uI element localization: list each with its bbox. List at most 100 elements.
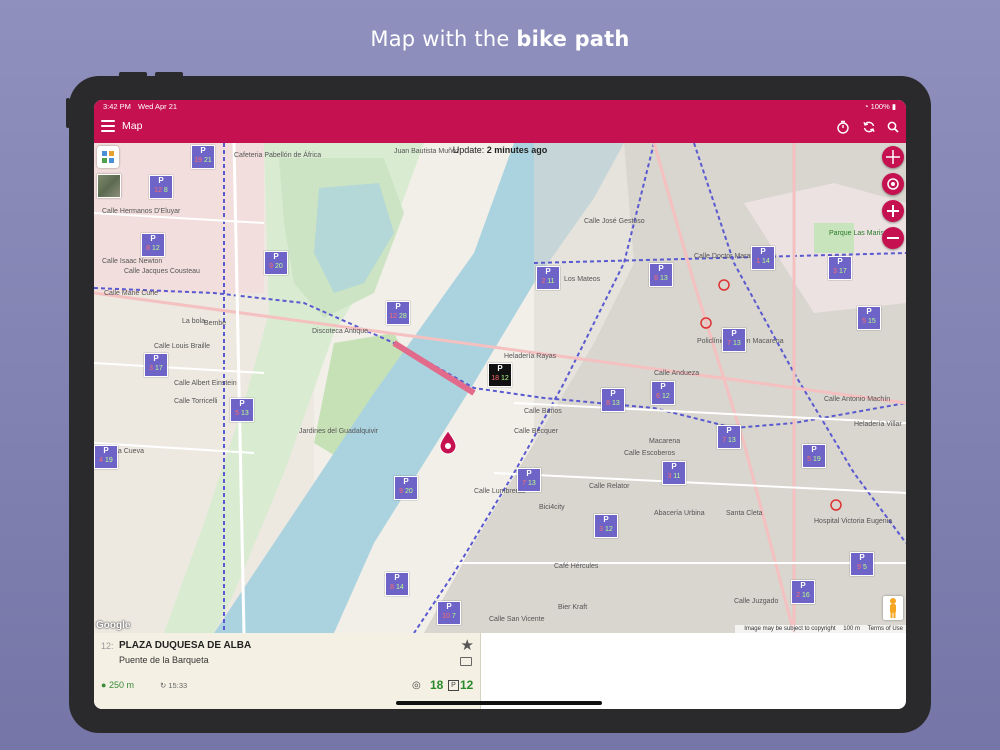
station-bikes-count: 12 — [154, 187, 162, 194]
station-marker-counts: 7 13 — [723, 339, 745, 349]
map-attribution: Image may be subject to copyright 100 m … — [735, 625, 906, 633]
station-parking-count: 21 — [202, 157, 212, 164]
street-label: Calle Juzgado — [734, 598, 778, 605]
station-parking-count: 15 — [866, 318, 876, 325]
bike-station-marker[interactable]: P3 17 — [828, 256, 852, 280]
bike-station-marker[interactable]: P9 20 — [264, 251, 288, 275]
bike-station-marker[interactable]: P 12 8 — [149, 175, 173, 199]
crosshair-icon — [886, 150, 900, 164]
station-marker-counts: 2 16 — [792, 591, 814, 601]
menu-icon[interactable] — [101, 120, 115, 132]
station-parking-count: 12 — [150, 245, 160, 252]
station-marker-label: P — [760, 247, 766, 256]
copyright-note: Image may be subject to copyright — [744, 626, 836, 632]
refresh-icon[interactable] — [862, 120, 876, 134]
bike-station-marker[interactable]: P7 13 — [517, 468, 541, 492]
station-parking-count: 12 — [499, 375, 509, 382]
wifi-icon: ◔ — [863, 102, 869, 111]
bike-station-marker[interactable]: P1 14 — [751, 246, 775, 270]
station-marker-counts: 4 19 — [95, 456, 117, 466]
station-marker-label: P — [403, 477, 409, 486]
bike-station-marker[interactable]: P7 13 — [717, 425, 741, 449]
street-label: Calle San Vicente — [489, 616, 545, 623]
street-label: Bici4city — [539, 504, 565, 511]
station-marker-label: P — [866, 307, 872, 316]
bike-station-marker[interactable]: P9 5 — [850, 552, 874, 576]
bike-station-marker[interactable]: P3 17 — [144, 353, 168, 377]
station-marker-counts: 18 12 — [489, 374, 511, 384]
bike-station-marker[interactable]: P3 11 — [662, 461, 686, 485]
station-parking-count: 19 — [103, 457, 113, 464]
home-indicator — [396, 701, 602, 705]
map-view[interactable]: Calle Hermanos D'Eluyar Calle Isaac Newt… — [94, 143, 906, 633]
station-marker-label: P — [731, 329, 737, 338]
timer-icon[interactable] — [836, 120, 850, 134]
bike-station-marker[interactable]: P 19 21 — [191, 145, 215, 169]
bike-station-marker[interactable]: P2 11 — [536, 266, 560, 290]
bike-station-marker[interactable]: P6 12 — [651, 381, 675, 405]
station-marker-label: P — [660, 382, 666, 391]
station-marker-label: P — [526, 469, 532, 478]
station-marker-counts: 7 13 — [518, 479, 540, 489]
bikes-available: 18 — [430, 678, 444, 692]
station-parking-count: 17 — [837, 268, 847, 275]
station-marker-counts: 6 12 — [652, 392, 674, 402]
station-marker-counts: 10 7 — [438, 612, 460, 622]
street-label: Calle Torricelli — [174, 398, 218, 405]
station-marker-label: P — [394, 573, 400, 582]
street-label: Discoteca Antique — [312, 328, 368, 335]
station-marker-label: P — [603, 515, 609, 524]
street-label: Calle Andueza — [654, 370, 699, 377]
station-info-panel[interactable]: 12: PLAZA DUQUESA DE ALBA Puente de la B… — [94, 633, 481, 709]
bike-station-marker[interactable]: P4 19 — [94, 445, 118, 469]
caption-bold: bike path — [516, 27, 630, 51]
bike-station-marker[interactable]: P7 13 — [722, 328, 746, 352]
zoom-in-button[interactable] — [882, 200, 904, 222]
minus-icon — [887, 237, 899, 239]
status-date: Wed Apr 21 — [138, 102, 178, 111]
street-label: Jardines del Guadalquivir — [299, 428, 379, 435]
station-parking-count: 11 — [671, 473, 681, 480]
terms-link[interactable]: Terms of Use — [868, 626, 903, 632]
update-time-info: ↻ 15:33 — [160, 681, 187, 690]
bike-station-marker[interactable]: P 18 12 — [488, 363, 512, 387]
bike-station-marker[interactable]: P9 20 — [394, 476, 418, 500]
bike-station-marker[interactable]: P 12 28 — [386, 301, 410, 325]
street-label: Heladería Rayas — [504, 353, 557, 360]
station-marker-label: P — [859, 553, 865, 562]
card-icon[interactable] — [460, 657, 472, 666]
bike-station-marker[interactable]: P5 15 — [857, 306, 881, 330]
google-logo: Google — [96, 620, 131, 631]
station-marker-counts: 3 11 — [663, 472, 685, 482]
station-bikes-count: 10 — [442, 613, 450, 620]
street-label: Bier Kraft — [558, 604, 587, 611]
center-map-button[interactable] — [882, 146, 904, 168]
station-marker-counts: 9 20 — [395, 487, 417, 497]
bike-station-marker[interactable]: P 10 7 — [437, 601, 461, 625]
bike-station-marker[interactable]: P2 16 — [791, 580, 815, 604]
layers-icon[interactable] — [97, 146, 119, 168]
satellite-toggle[interactable] — [97, 174, 121, 198]
station-marker-counts: 5 15 — [858, 317, 880, 327]
location-pin-icon[interactable] — [439, 430, 457, 455]
search-icon[interactable] — [886, 120, 900, 134]
street-label: La Cueva — [114, 448, 144, 455]
bike-station-marker[interactable]: P8 14 — [385, 572, 409, 596]
my-location-button[interactable] — [882, 173, 904, 195]
zoom-out-button[interactable] — [882, 227, 904, 249]
bike-station-marker[interactable]: P6 13 — [649, 263, 673, 287]
street-view-icon[interactable] — [883, 596, 903, 620]
bike-station-marker[interactable]: P8 13 — [601, 388, 625, 412]
bike-station-marker[interactable]: P8 12 — [141, 233, 165, 257]
bike-station-marker[interactable]: P5 19 — [802, 444, 826, 468]
station-bikes-count: 12 — [389, 313, 398, 320]
street-label: Los Mateos — [564, 276, 601, 283]
station-marker-counts: 3 17 — [145, 364, 167, 374]
station-marker-counts: 3 12 — [595, 525, 617, 535]
station-parking-count: 13 — [731, 340, 741, 347]
street-label: Café Hércules — [554, 563, 599, 570]
favorite-star-icon[interactable]: ★ — [461, 636, 474, 654]
app-title: Map — [122, 120, 143, 132]
bike-station-marker[interactable]: P3 12 — [594, 514, 618, 538]
bike-station-marker[interactable]: P5 13 — [230, 398, 254, 422]
